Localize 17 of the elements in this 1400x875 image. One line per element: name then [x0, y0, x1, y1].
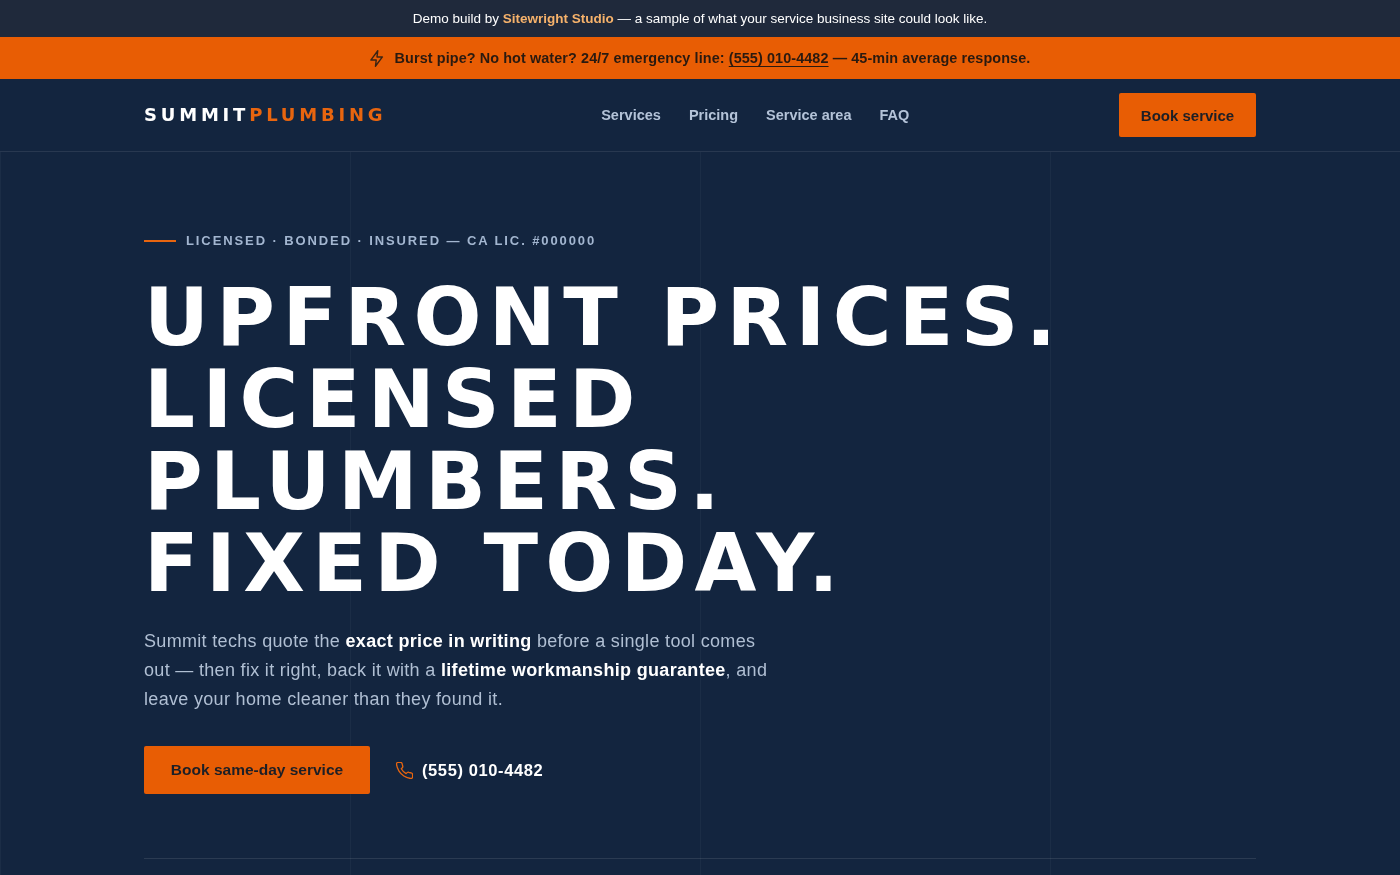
logo[interactable]: SUMMIT PLUMBING	[144, 104, 387, 126]
emergency-text: Burst pipe? No hot water? 24/7 emergency line: (555) 010-4482 — 45-min average response.	[394, 49, 1031, 67]
lightning-bolt-icon	[369, 49, 384, 67]
phone-link[interactable]: (555) 010-4482	[396, 760, 544, 780]
book-same-day-button[interactable]: Book same-day service	[144, 746, 370, 794]
hero-headline: UPFRONT PRICES. LICENSED PLUMBERS. FIXED TODAY.	[144, 277, 1064, 605]
nav-link[interactable]: Services	[601, 106, 661, 124]
hero-description: Summit techs quote the exact price in writing before a single tool comes out — then fix it right, back it with a lifetime workmanship guarantee, and leave your home cleaner than they found it.	[144, 630, 769, 711]
nav-link[interactable]: FAQ	[879, 106, 910, 124]
phone-icon	[396, 761, 413, 779]
nav-link[interactable]: Pricing	[688, 106, 739, 124]
eyebrow-text: LICENSED · BONDED · INSURED — CA LIC. #000000	[186, 233, 597, 249]
phone-link[interactable]: (555) 010-4482	[728, 50, 829, 66]
demo-banner-text: Demo build by Sitewright Studio — a sample of what your service business site could look like.	[412, 10, 988, 27]
nav-link[interactable]: Service area	[766, 106, 852, 124]
book-service-button[interactable]: Book service	[1119, 93, 1256, 137]
studio-link[interactable]: Sitewright Studio	[502, 10, 614, 26]
